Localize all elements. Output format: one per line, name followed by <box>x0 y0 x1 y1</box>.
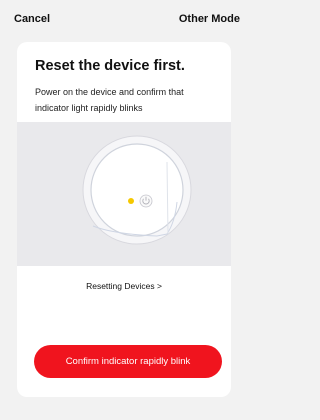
indicator-light-icon <box>128 198 134 204</box>
top-bar: Cancel Other Mode <box>0 0 241 36</box>
device-illustration <box>17 122 231 266</box>
resetting-devices-link[interactable]: Resetting Devices > <box>17 281 231 291</box>
confirm-blink-button[interactable]: Confirm indicator rapidly blink <box>34 345 222 378</box>
cancel-button[interactable]: Cancel <box>14 13 50 25</box>
instruction-text: Power on the device and confirm that ind… <box>35 87 184 113</box>
power-icon <box>139 194 153 208</box>
other-mode-button[interactable]: Other Mode <box>179 13 240 25</box>
reset-card: Reset the device first. Power on the dev… <box>17 42 231 397</box>
page-title: Reset the device first. <box>35 58 185 74</box>
